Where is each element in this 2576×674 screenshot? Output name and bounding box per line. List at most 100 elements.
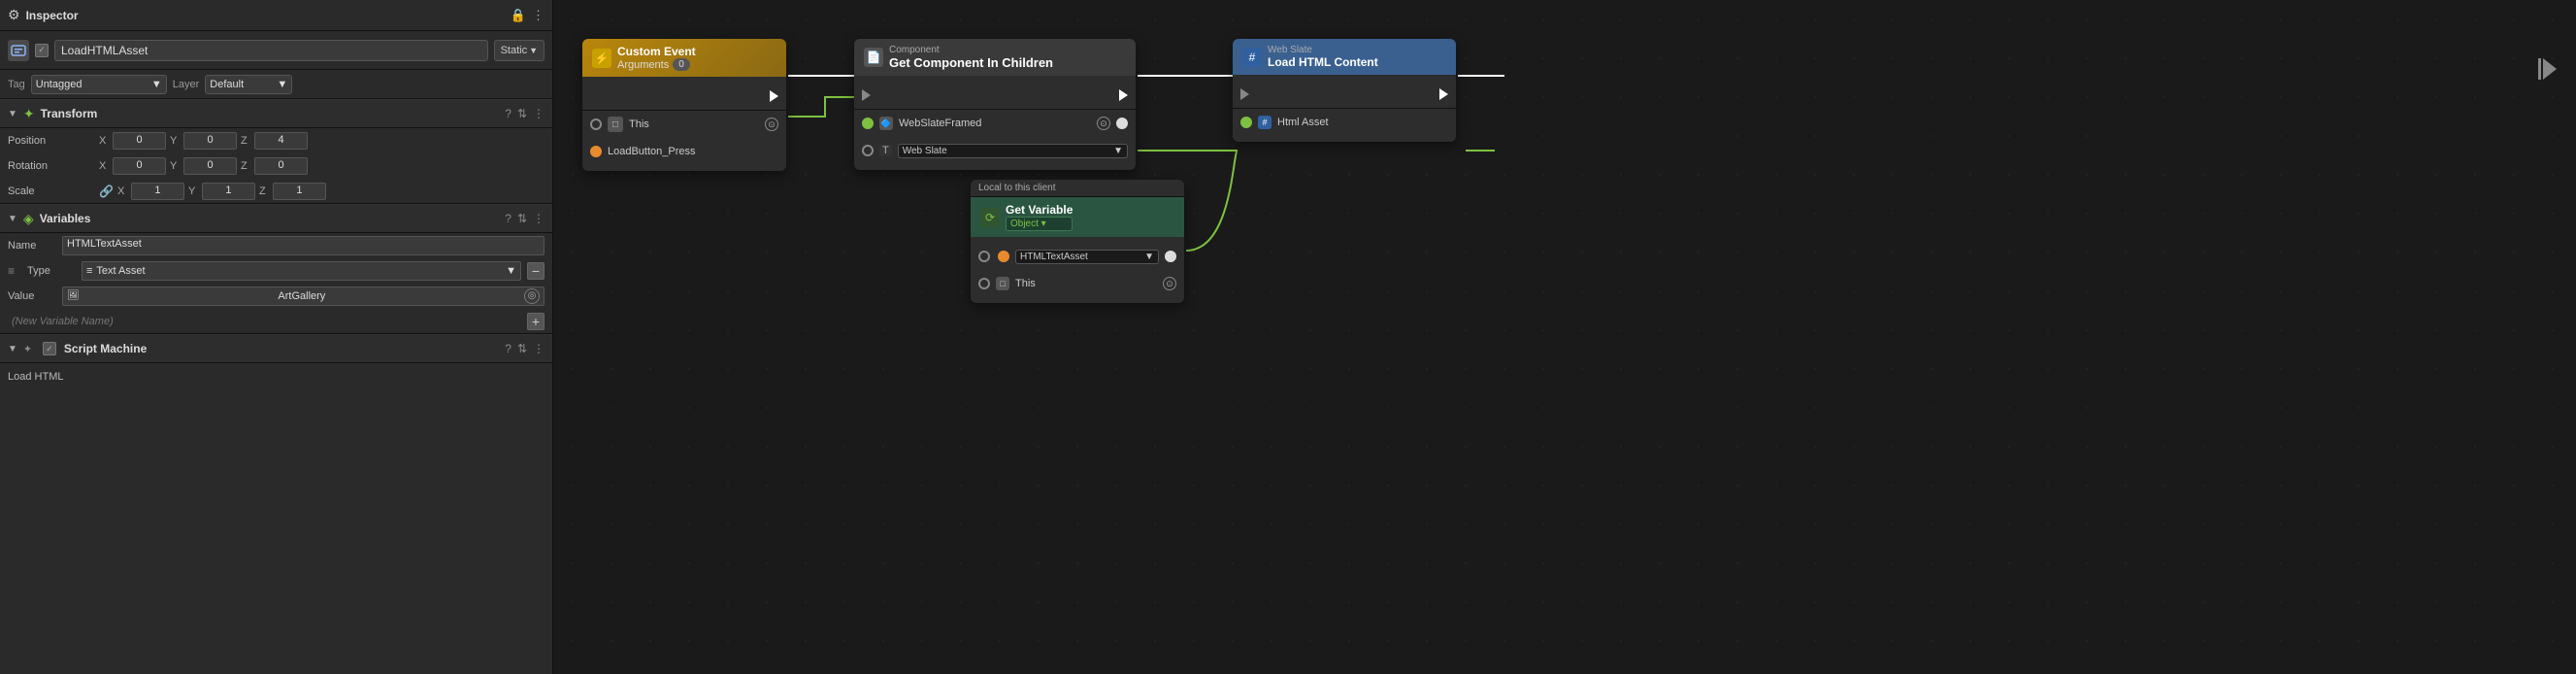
custom-event-badge: 0	[673, 58, 690, 71]
getvariable-this-icon: □	[996, 277, 1009, 290]
inspector-menu-icon[interactable]: ⋮	[532, 8, 545, 23]
remove-variable-button[interactable]: −	[527, 262, 545, 280]
htmltextasset-in-port	[978, 251, 990, 262]
position-label: Position	[8, 135, 95, 147]
custom-event-body: □ This ⊙ LoadButton_Press	[582, 77, 786, 171]
rotation-y-label: Y	[170, 160, 182, 172]
position-z-input[interactable]: 4	[254, 132, 308, 150]
transform-chevron[interactable]: ▼	[8, 109, 17, 119]
custom-event-node[interactable]: ⚡ Custom Event Arguments 0 □ This ⊙	[582, 39, 786, 171]
type-select[interactable]: ≡ Text Asset ▼	[82, 261, 521, 281]
webslateframed-target-btn[interactable]: ⊙	[1097, 117, 1110, 130]
scale-x-label: X	[117, 185, 129, 197]
scale-label: Scale	[8, 185, 95, 197]
webslate-type-select[interactable]: Web Slate ▼	[898, 144, 1128, 158]
getvariable-badge-label: Local to this client	[971, 180, 1184, 197]
htmltextasset-type-port	[998, 251, 1009, 262]
html-asset-in-port	[1240, 117, 1252, 128]
getvariable-header: ⟳ Get Variable Object ▾	[971, 197, 1184, 237]
type-out-port	[862, 145, 874, 156]
scale-x-input[interactable]: 1	[131, 183, 184, 200]
type-badge: T	[879, 145, 892, 156]
getvariable-this-target-btn[interactable]: ⊙	[1163, 277, 1176, 290]
custom-event-header: ⚡ Custom Event Arguments 0	[582, 39, 786, 77]
this-out-port	[590, 118, 602, 130]
rotation-z-input[interactable]: 0	[254, 157, 308, 175]
custom-event-this-row: □ This ⊙	[582, 111, 786, 138]
webslate-exec-in-port	[1240, 88, 1249, 100]
webslateframed-out-port	[862, 118, 874, 129]
transform-help-icon[interactable]: ?	[505, 107, 512, 120]
scale-y-input[interactable]: 1	[202, 183, 255, 200]
rotation-y-input[interactable]: 0	[183, 157, 237, 175]
getvariable-node[interactable]: Local to this client ⟳ Get Variable Obje…	[971, 180, 1184, 303]
htmltextasset-row: HTMLTextAsset ▼	[971, 243, 1184, 270]
webslateframed-label: WebSlateFramed	[899, 118, 1091, 129]
position-x-input[interactable]: 0	[113, 132, 166, 150]
value-field[interactable]: 🖼 ArtGallery ◎	[62, 286, 545, 306]
script-machine-settings-icon[interactable]: ⇅	[517, 342, 527, 355]
layer-select[interactable]: Default ▼	[205, 75, 292, 94]
webslate-node[interactable]: # Web Slate Load HTML Content # Html Ass…	[1233, 39, 1456, 142]
this-icon: □	[608, 117, 623, 132]
script-machine-active-checkbox[interactable]	[43, 342, 56, 355]
custom-event-subtitle: Arguments	[617, 59, 669, 71]
scale-z-label: Z	[259, 185, 271, 197]
component-header-label2: Get Component In Children	[889, 55, 1053, 70]
object-name-field[interactable]: LoadHTMLAsset	[54, 40, 488, 61]
lock-icon[interactable]: 🔒	[511, 8, 526, 23]
object-header: LoadHTMLAsset Static ▼	[0, 31, 552, 70]
variables-section-header: ▼ ◈ Variables ? ⇅ ⋮	[0, 204, 552, 233]
variables-icon: ◈	[23, 211, 34, 227]
component-header-label1: Component	[889, 45, 1053, 55]
value-label: Value	[8, 290, 56, 302]
rotation-x-input[interactable]: 0	[113, 157, 166, 175]
inspector-icon: ⚙	[8, 7, 20, 23]
getvariable-type-dropdown[interactable]: Object ▾	[1006, 217, 1073, 231]
transform-menu-icon[interactable]: ⋮	[533, 107, 545, 120]
transform-settings-icon[interactable]: ⇅	[517, 107, 527, 120]
position-x-label: X	[99, 135, 111, 147]
this-target-btn[interactable]: ⊙	[765, 118, 778, 131]
add-variable-button[interactable]: +	[527, 313, 545, 330]
html-asset-icon: #	[1258, 116, 1271, 129]
script-machine-help-icon[interactable]: ?	[505, 342, 512, 355]
custom-event-title: Custom Event	[617, 45, 696, 58]
html-asset-row: # Html Asset	[1233, 109, 1456, 136]
webslateframed-row: 🔷 WebSlateFramed ⊙	[854, 110, 1136, 137]
htmltextasset-select[interactable]: HTMLTextAsset ▼	[1015, 250, 1159, 264]
variables-menu-icon[interactable]: ⋮	[533, 212, 545, 225]
webslateframed-icon: 🔷	[879, 117, 893, 130]
value-picker-button[interactable]: ◎	[524, 288, 540, 304]
rotation-x-label: X	[99, 160, 111, 172]
getvariable-icon: ⟳	[980, 208, 1000, 227]
variables-chevron[interactable]: ▼	[8, 214, 17, 224]
transform-section-header: ▼ ✦ Transform ? ⇅ ⋮	[0, 99, 552, 128]
script-machine-title: Script Machine	[64, 342, 499, 355]
position-y-label: Y	[170, 135, 182, 147]
script-machine-menu-icon[interactable]: ⋮	[533, 342, 545, 355]
variables-settings-icon[interactable]: ⇅	[517, 212, 527, 225]
component-body: 🔷 WebSlateFramed ⊙ T Web Slate ▼	[854, 76, 1136, 170]
tag-select[interactable]: Untagged ▼	[31, 75, 167, 94]
tag-dropdown-arrow: ▼	[151, 79, 162, 90]
variables-help-icon[interactable]: ?	[505, 212, 512, 225]
position-y-input[interactable]: 0	[183, 132, 237, 150]
name-input[interactable]: HTMLTextAsset	[62, 236, 545, 255]
inspector-title: Inspector	[26, 9, 505, 22]
scale-link-icon: 🔗	[99, 185, 114, 198]
loadbutton-port	[590, 146, 602, 157]
webslate-body: # Html Asset	[1233, 75, 1456, 142]
script-machine-chevron[interactable]: ▼	[8, 344, 17, 354]
rotation-z-label: Z	[241, 160, 252, 172]
object-active-checkbox[interactable]	[35, 44, 49, 57]
scale-z-input[interactable]: 1	[273, 183, 326, 200]
component-header: 📄 Component Get Component In Children	[854, 39, 1136, 76]
component-node[interactable]: 📄 Component Get Component In Children 🔷 …	[854, 39, 1136, 170]
tag-layer-row: Tag Untagged ▼ Layer Default ▼	[0, 70, 552, 99]
webslate-type-row: T Web Slate ▼	[854, 137, 1136, 164]
graph-panel[interactable]: ⚡ Custom Event Arguments 0 □ This ⊙	[553, 0, 2576, 674]
layer-dropdown-arrow: ▼	[277, 79, 287, 90]
static-button[interactable]: Static ▼	[494, 40, 545, 61]
rotation-label: Rotation	[8, 160, 95, 172]
